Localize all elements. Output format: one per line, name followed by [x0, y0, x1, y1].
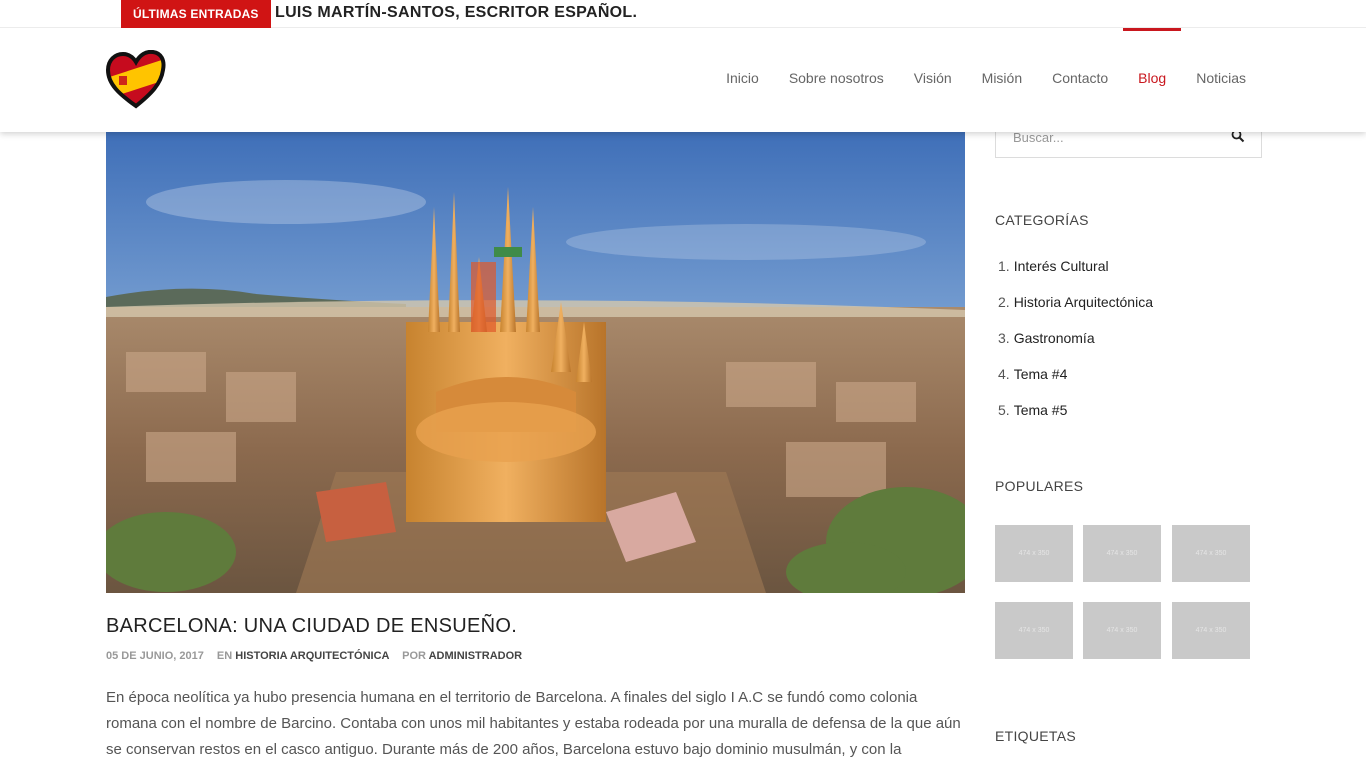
post-by-label: POR [402, 650, 426, 662]
post-in-label: EN [216, 650, 233, 662]
post-date: 05 DE JUNIO, 2017 [106, 650, 204, 662]
site-header: Inicio Sobre nosotros Visión Misión Cont… [0, 28, 1366, 132]
nav-item-vision[interactable]: Visión [914, 28, 952, 132]
nav-item-noticias[interactable]: Noticias [1196, 28, 1246, 132]
popular-post-thumbnail[interactable]: 474 x 350 [995, 525, 1073, 582]
category-item[interactable]: 2. Historia Arquitectónica [998, 290, 1153, 326]
category-link[interactable]: Tema #4 [1014, 366, 1068, 382]
category-link[interactable]: Historia Arquitectónica [1014, 294, 1153, 310]
category-item[interactable]: 5. Tema #5 [998, 398, 1153, 434]
post-author-link[interactable]: ADMINISTRADOR [429, 650, 523, 662]
category-link[interactable]: Tema #5 [1014, 402, 1068, 418]
nav-item-sobre-nosotros[interactable]: Sobre nosotros [789, 28, 884, 132]
post-featured-image[interactable] [106, 132, 965, 593]
popular-post-thumbnail[interactable]: 474 x 350 [995, 602, 1073, 659]
tags-widget-title: ETIQUETAS [995, 728, 1077, 744]
nav-item-contacto[interactable]: Contacto [1052, 28, 1108, 132]
popular-post-thumbnail[interactable]: 474 x 350 [1083, 602, 1161, 659]
nav-item-mision[interactable]: Misión [982, 28, 1022, 132]
post-excerpt: En época neolítica ya hubo presencia hum… [106, 689, 961, 758]
nav-item-inicio[interactable]: Inicio [726, 28, 759, 132]
popular-widget-title: POPULARES [995, 478, 1084, 494]
latest-posts-badge: ÚLTIMAS ENTRADAS [121, 0, 271, 28]
latest-posts-ticker: ÚLTIMAS ENTRADAS LUIS MARTÍN-SANTOS, ESC… [0, 0, 1366, 28]
latest-post-headline-link[interactable]: LUIS MARTÍN-SANTOS, ESCRITOR ESPAÑOL. [275, 0, 637, 28]
category-item[interactable]: 1. Interés Cultural [998, 254, 1153, 290]
categories-widget-title: CATEGORÍAS [995, 212, 1089, 228]
post-title[interactable]: BARCELONA: UNA CIUDAD DE ENSUEÑO. [106, 615, 517, 638]
category-link[interactable]: Gastronomía [1014, 330, 1095, 346]
popular-post-thumbnail[interactable]: 474 x 350 [1083, 525, 1161, 582]
nav-item-blog[interactable]: Blog [1123, 28, 1182, 132]
popular-post-thumbnail[interactable]: 474 x 350 [1172, 602, 1250, 659]
post-category-link[interactable]: HISTORIA ARQUITECTÓNICA [235, 650, 389, 662]
categories-list: 1. Interés Cultural 2. Historia Arquitectó… [998, 254, 1153, 434]
category-item[interactable]: 3. Gastronomía [998, 326, 1153, 362]
post-meta: 05 DE JUNIO, 2017 EN HISTORIA ARQUITECTÓ… [106, 650, 522, 662]
category-item[interactable]: 4. Tema #4 [998, 362, 1153, 398]
main-navigation: Inicio Sobre nosotros Visión Misión Cont… [696, 28, 1246, 132]
spain-heart-logo[interactable] [105, 50, 167, 112]
popular-post-thumbnail[interactable]: 474 x 350 [1172, 525, 1250, 582]
category-link[interactable]: Interés Cultural [1014, 258, 1109, 274]
